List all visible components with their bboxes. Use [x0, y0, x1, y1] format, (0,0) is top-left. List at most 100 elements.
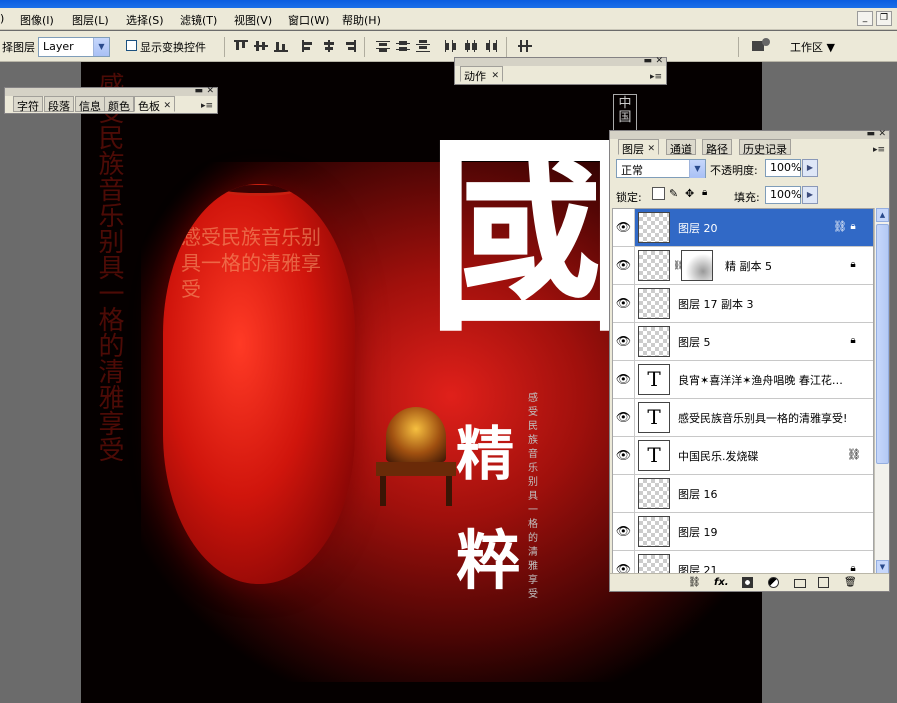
distribute-vcenter-icon[interactable] [396, 40, 410, 52]
panel-menu-icon[interactable]: ▸≡ [201, 102, 213, 111]
tab-character[interactable]: 字符 [13, 96, 43, 113]
lock-pixels-icon[interactable]: ✎ [669, 187, 678, 200]
minimize-icon[interactable]: _ [857, 11, 873, 26]
tab-actions[interactable]: 动作 ✕ [460, 66, 503, 83]
fill-input[interactable]: 100% [765, 186, 801, 204]
close-icon[interactable]: ✕ [491, 72, 499, 81]
panel-grip[interactable]: ▬ ✕ [455, 57, 666, 66]
align-vcenter-icon[interactable] [254, 40, 268, 52]
close-icon[interactable]: ✕ [647, 145, 655, 154]
menu-image[interactable]: 图像(I) [20, 12, 54, 28]
eye-icon[interactable]: 👁︎ [613, 437, 635, 474]
lock-all-icon[interactable]: 🔒︎ [702, 187, 707, 198]
layer-row[interactable]: 👁︎ T 中国民乐.发烧碟 ⛓︎ [613, 437, 873, 475]
workspace-button[interactable]: 工作区 ▼ [790, 39, 835, 55]
lock-position-icon[interactable]: ✥ [685, 187, 694, 200]
tab-history[interactable]: 历史记录 [739, 139, 791, 156]
scroll-down-icon[interactable]: ▼ [876, 560, 889, 574]
eye-icon[interactable]: 👁︎ [613, 513, 635, 550]
layer-row[interactable]: 👁︎ T 感受民族音乐别具一格的清雅享受! [613, 399, 873, 437]
tab-paths[interactable]: 路径 [702, 139, 732, 156]
align-top-icon[interactable] [234, 40, 248, 52]
tab-actions-label: 动作 [464, 70, 486, 83]
layer-row[interactable]: 👁︎ T 良宵✶喜洋洋✶渔舟唱晚 春江花… [613, 361, 873, 399]
eye-icon[interactable]: 👁︎ [613, 399, 635, 436]
scroll-thumb[interactable] [876, 224, 889, 464]
align-bottom-icon[interactable] [274, 40, 288, 52]
opacity-input[interactable]: 100% [765, 159, 801, 177]
layer-row[interactable]: 👁︎ 图层 5 🔒︎ [613, 323, 873, 361]
distribute-left-icon[interactable] [444, 40, 458, 52]
layer-row[interactable]: 👁︎ 图层 17 副本 3 [613, 285, 873, 323]
close-icon[interactable]: ✕ [655, 57, 663, 66]
opacity-label: 不透明度: [710, 164, 758, 177]
eye-icon[interactable]: 👁︎ [613, 323, 635, 360]
layer-row[interactable]: 👁︎ 图层 20 ⛓︎ 🔒︎ [613, 209, 873, 247]
menu-view[interactable]: 视图(V) [234, 12, 272, 28]
eye-icon[interactable]: 👁︎ [613, 551, 635, 573]
new-layer-icon[interactable] [818, 577, 829, 588]
align-right-icon[interactable] [342, 40, 356, 52]
close-icon[interactable]: ✕ [206, 87, 214, 96]
minimize-icon[interactable]: ▬ [866, 130, 875, 139]
layers-list[interactable]: 👁︎ 图层 20 ⛓︎ 🔒︎ 👁︎ ⛓︎ 精 副本 5 🔒︎ 👁︎ 图层 17 … [612, 208, 874, 574]
fx-icon[interactable]: fx. [714, 577, 729, 588]
tab-info[interactable]: 信息 [75, 96, 105, 113]
distribute-hcenter-icon[interactable] [464, 40, 478, 52]
menu-window[interactable]: 窗口(W) [288, 12, 329, 28]
folder-icon[interactable] [794, 579, 806, 588]
fill-slider-arrow-icon[interactable]: ▶ [802, 186, 818, 204]
panel-grip[interactable]: ▬ ✕ [610, 130, 889, 139]
menu-help[interactable]: 帮助(H) [342, 12, 381, 28]
tab-channels[interactable]: 通道 [666, 139, 696, 156]
panel-menu-icon[interactable]: ▸≡ [650, 73, 662, 82]
menu-layer[interactable]: 图层(L) [72, 12, 109, 28]
align-left-icon[interactable] [302, 40, 316, 52]
distribute-bottom-icon[interactable] [416, 40, 430, 52]
trash-icon[interactable]: 🗑︎ [844, 577, 857, 588]
add-mask-icon[interactable] [742, 577, 753, 588]
layer-row[interactable]: 👁︎ 图层 21 🔒︎ [613, 551, 873, 573]
minimize-icon[interactable]: ▬ [194, 87, 203, 96]
tab-swatches[interactable]: 色板 ✕ [134, 96, 175, 113]
file-browser-icon[interactable] [752, 38, 772, 54]
link-layers-icon[interactable]: ⛓︎ [688, 577, 701, 588]
eye-icon[interactable]: 👁︎ [613, 247, 635, 284]
adjustment-layer-icon[interactable] [768, 577, 779, 588]
tab-paragraph[interactable]: 段落 [44, 96, 74, 113]
layers-bottom-bar: ⛓︎ fx. 🗑︎ [610, 573, 889, 591]
scroll-up-icon[interactable]: ▲ [876, 208, 889, 222]
layer-name: 图层 19 [678, 526, 718, 539]
eye-icon[interactable]: 👁︎ [613, 209, 635, 246]
link-icon: ⛓︎ [847, 448, 861, 461]
close-icon[interactable]: ✕ [163, 102, 171, 111]
layer-row[interactable]: 👁︎ 图层 19 [613, 513, 873, 551]
distribute-right-icon[interactable] [484, 40, 498, 52]
workspace-label: 工作区 [790, 41, 823, 54]
opacity-slider-arrow-icon[interactable]: ▶ [802, 159, 818, 177]
auto-select-dropdown[interactable]: Layer ▼ [38, 37, 110, 57]
minimize-icon[interactable]: ▬ [643, 57, 652, 66]
align-hcenter-icon[interactable] [322, 40, 336, 52]
panel-menu-icon[interactable]: ▸≡ [873, 146, 885, 155]
lock-transparency-icon[interactable] [652, 187, 665, 200]
eye-hidden-icon[interactable]: · [613, 475, 635, 512]
eye-icon[interactable]: 👁︎ [613, 285, 635, 322]
restore-icon[interactable]: ❐ [876, 11, 892, 26]
lock-icon: 🔒︎ [850, 259, 856, 270]
auto-align-icon[interactable] [518, 40, 532, 52]
layers-scrollbar[interactable]: ▲ ▼ [874, 208, 889, 574]
layer-row[interactable]: · 图层 16 [613, 475, 873, 513]
layer-row[interactable]: 👁︎ ⛓︎ 精 副本 5 🔒︎ [613, 247, 873, 285]
show-transform-checkbox[interactable] [126, 40, 137, 51]
tab-layers[interactable]: 图层 ✕ [618, 139, 659, 156]
blend-mode-dropdown[interactable]: 正常 ▼ [616, 159, 706, 178]
tab-color[interactable]: 颜色 [104, 96, 134, 113]
layers-panel: ▬ ✕ 图层 ✕ 通道 路径 历史记录 ▸≡ 正常 ▼ 不透明度: 100% ▶… [609, 130, 890, 592]
menu-filter[interactable]: 滤镜(T) [180, 12, 217, 28]
eye-icon[interactable]: 👁︎ [613, 361, 635, 398]
distribute-top-icon[interactable] [376, 40, 390, 52]
menu-select[interactable]: 选择(S) [126, 12, 164, 28]
panel-grip[interactable]: ▬ ✕ [5, 87, 217, 96]
close-icon[interactable]: ✕ [878, 130, 886, 139]
